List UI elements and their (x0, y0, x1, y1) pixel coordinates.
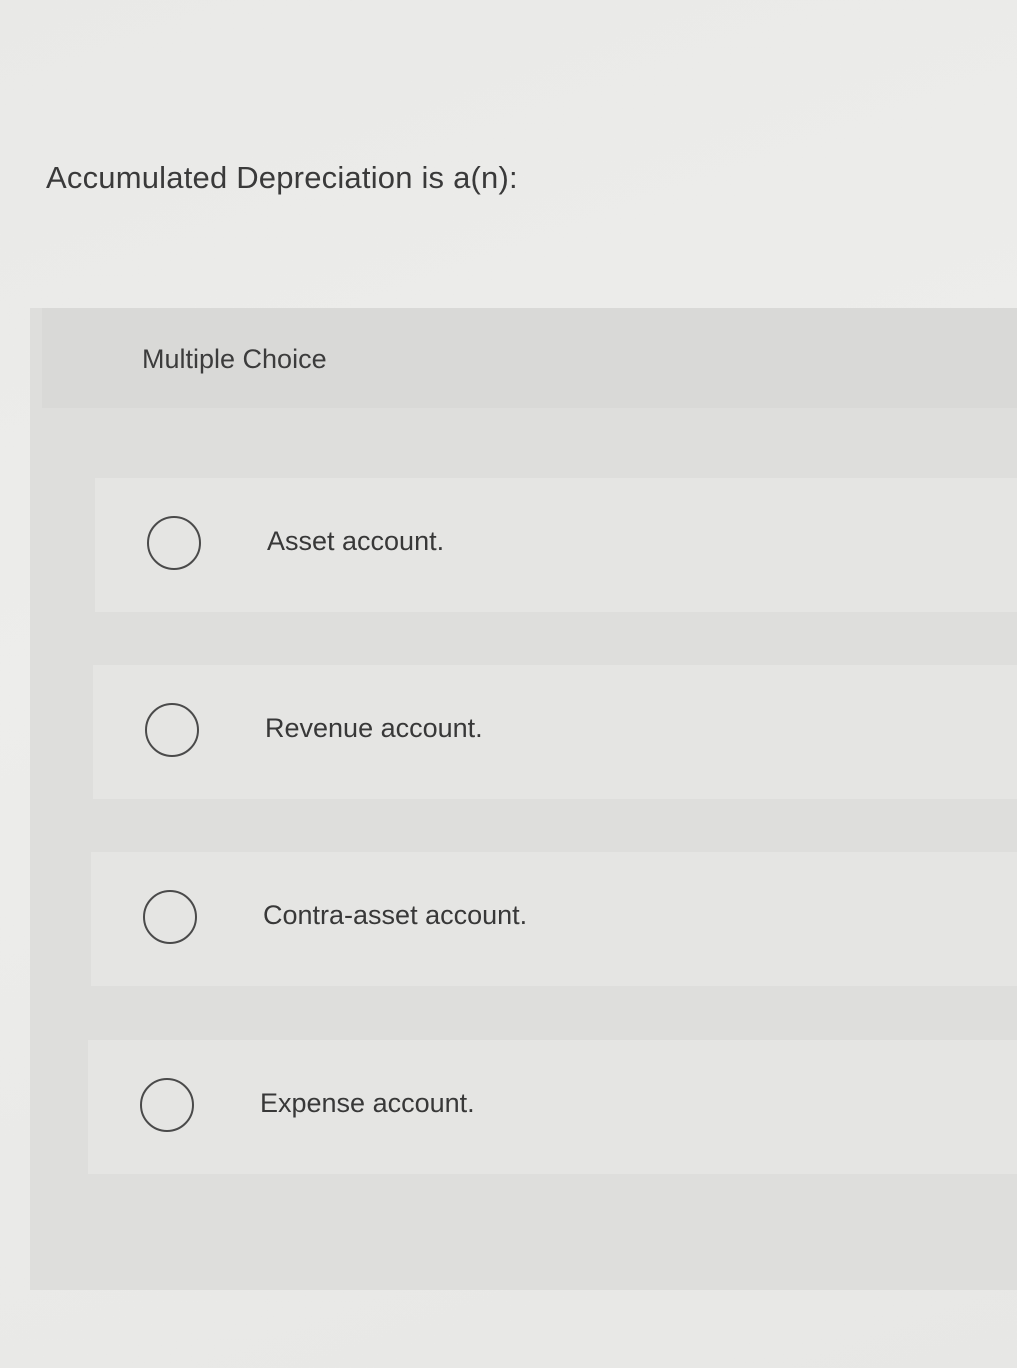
question-title: Accumulated Depreciation is a(n): (46, 160, 518, 195)
panel-label: Multiple Choice (142, 344, 327, 374)
radio-button[interactable] (143, 890, 197, 944)
option-asset-account[interactable]: Asset account. (95, 478, 1017, 612)
option-label: Contra-asset account. (263, 900, 528, 930)
option-label: Revenue account. (265, 713, 483, 743)
panel-header: Multiple Choice (42, 308, 1017, 408)
option-contra-asset-account[interactable]: Contra-asset account. (91, 852, 1017, 986)
option-expense-account[interactable]: Expense account. (88, 1040, 1017, 1174)
option-revenue-account[interactable]: Revenue account. (93, 665, 1017, 799)
option-label: Expense account. (260, 1088, 475, 1118)
radio-button[interactable] (147, 516, 201, 570)
option-label: Asset account. (267, 526, 445, 556)
radio-button[interactable] (140, 1078, 194, 1132)
radio-button[interactable] (145, 703, 199, 757)
